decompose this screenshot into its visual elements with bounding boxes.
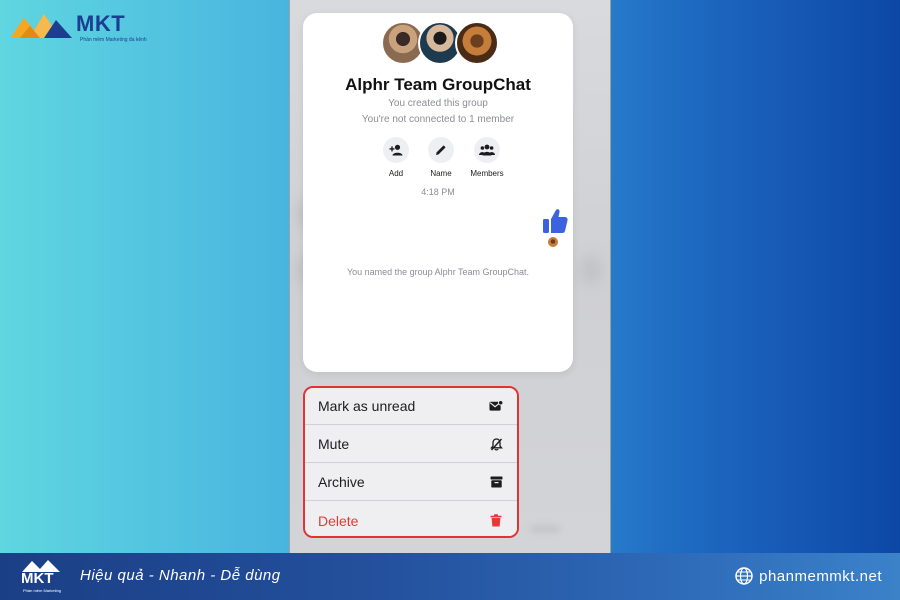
footer-logo: MKT Phần mềm Marketing — [20, 559, 66, 595]
delete-menu-item[interactable]: Delete — [305, 502, 517, 536]
website-url[interactable]: phanmemmkt.net — [759, 568, 882, 585]
add-person-icon — [383, 137, 409, 163]
mute-menu-item[interactable]: Mute — [305, 426, 517, 463]
thumbs-up-icon — [541, 207, 569, 240]
group-title: Alphr Team GroupChat — [345, 75, 531, 94]
add-button[interactable]: Add — [371, 137, 421, 178]
bell-slash-icon — [489, 437, 503, 451]
pencil-icon — [428, 137, 454, 163]
system-message: You named the group Alphr Team GroupChat… — [346, 267, 530, 277]
globe-icon — [735, 567, 753, 585]
brand-tagline: Phần mềm Marketing đa kênh — [80, 37, 147, 43]
name-button[interactable]: Name — [416, 137, 466, 178]
add-label: Add — [388, 169, 404, 178]
name-label: Name — [430, 169, 452, 178]
brand-name: MKT — [76, 11, 126, 36]
archive-box-icon — [489, 475, 503, 489]
website[interactable]: phanmemmkt.net — [735, 567, 882, 585]
members-label: Members — [470, 169, 504, 178]
conversation-preview[interactable]: Alphr Team GroupChat You created this gr… — [303, 13, 573, 372]
archive-menu-item[interactable]: Archive — [305, 464, 517, 501]
group-avatars — [381, 21, 499, 67]
brand-mountain-icon — [10, 14, 72, 38]
group-actions: Add Name Members — [371, 137, 511, 181]
group-icon — [474, 137, 500, 163]
background-blur — [530, 525, 560, 533]
created-note: You created this group — [388, 98, 488, 109]
trash-icon — [489, 514, 503, 528]
footer-logo-tagline: Phần mềm Marketing — [23, 588, 62, 593]
mark-unread-icon — [489, 399, 503, 413]
seen-avatar — [548, 237, 558, 247]
avatar — [455, 21, 499, 65]
slogan: Hiệu quả - Nhanh - Dễ dùng — [80, 567, 281, 584]
phone-screen: Alphr Team GroupChat You created this gr… — [289, 0, 611, 553]
menu-item-label: Mark as unread — [318, 398, 416, 414]
connection-note: You're not connected to 1 member — [361, 114, 515, 125]
footer-banner: MKT Phần mềm Marketing Hiệu quả - Nhanh … — [0, 553, 900, 600]
mark-as-unread-menu-item[interactable]: Mark as unread — [305, 388, 517, 425]
background-blur — [580, 255, 602, 285]
menu-item-label: Archive — [318, 474, 365, 490]
footer-logo-name: MKT — [21, 570, 54, 587]
context-menu: Mark as unread Mute Archive Delete — [303, 386, 519, 538]
menu-item-label: Mute — [318, 436, 350, 452]
brand-logo: MKT Phần mềm Marketing đa kênh — [10, 10, 147, 44]
members-button[interactable]: Members — [462, 137, 512, 178]
message-timestamp: 4:18 PM — [421, 187, 455, 197]
menu-item-label: Delete — [318, 512, 359, 529]
